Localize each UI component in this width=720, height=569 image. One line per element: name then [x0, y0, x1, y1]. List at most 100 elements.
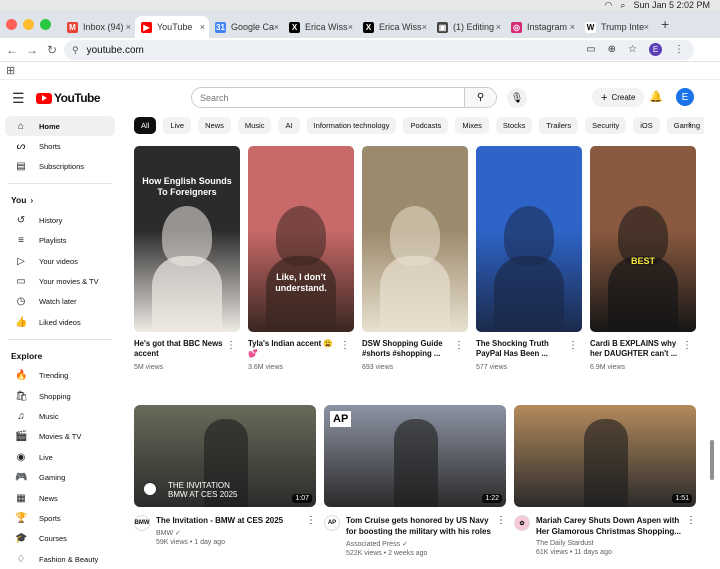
notifications-bell-icon[interactable]: 🔔 [649, 90, 663, 103]
video-card[interactable]: 1:51 ✿ Mariah Carey Shuts Down Aspen wit… [514, 405, 696, 556]
wifi-icon[interactable]: ◠ [605, 0, 613, 11]
sidebar-item-movies-tv[interactable]: 🎬 Movies & TV [5, 427, 115, 447]
more-options-icon[interactable]: ⋮ [496, 515, 506, 526]
browser-tab[interactable]: 31 Google Ca × [209, 16, 283, 38]
search-input[interactable] [192, 92, 462, 103]
sidebar-item-history[interactable]: ↺ History [5, 210, 115, 230]
more-options-icon[interactable]: ⋮ [226, 340, 236, 351]
hamburger-menu-icon[interactable]: ☰ [12, 90, 25, 107]
video-title[interactable]: Tom Cruise gets honored by US Navy for b… [346, 515, 496, 537]
chips-next-icon[interactable]: › [688, 119, 691, 130]
system-clock[interactable]: Sun Jan 5 2:02 PM [633, 0, 710, 10]
short-thumbnail[interactable]: Like, I don't understand. [248, 146, 354, 332]
short-card[interactable]: The Shocking Truth PayPal Has Been ... 5… [476, 146, 582, 371]
short-title[interactable]: DSW Shopping Guide #shorts #shopping ... [362, 339, 454, 359]
back-icon[interactable]: ← [2, 43, 22, 57]
filter-chip[interactable]: All [134, 117, 157, 134]
video-title[interactable]: The Invitation - BMW at CES 2025 [156, 515, 306, 526]
filter-chip[interactable]: News [198, 117, 231, 134]
site-info-icon[interactable]: ⚲ [72, 45, 79, 56]
cast-icon[interactable]: ▭ [586, 44, 595, 55]
close-tab-icon[interactable]: × [348, 22, 353, 32]
voice-search-button[interactable]: 🎙 [507, 88, 527, 108]
channel-name[interactable]: The Daily Stardust [536, 540, 686, 547]
filter-chip[interactable]: Music [237, 117, 272, 134]
short-thumbnail[interactable] [476, 146, 582, 332]
close-tab-icon[interactable]: × [644, 22, 649, 32]
sidebar-item-subscriptions[interactable]: ▤ Subscriptions [5, 157, 115, 177]
browser-tab[interactable]: X Erica Wiss × [357, 16, 431, 38]
url-text[interactable]: youtube.com [87, 45, 144, 56]
sidebar-item-fashion-beauty[interactable]: ♢ Fashion & Beauty [5, 549, 115, 569]
sidebar-item-gaming[interactable]: 🎮 Gaming [5, 467, 115, 487]
filter-chip[interactable]: Security [585, 117, 627, 134]
sidebar-item-news[interactable]: ▦ News [5, 488, 115, 508]
apps-grid-icon[interactable]: ⊞ [0, 62, 720, 80]
short-card[interactable]: How English Sounds To Foreigners He's go… [134, 146, 240, 371]
short-thumbnail[interactable]: How English Sounds To Foreigners [134, 146, 240, 332]
sidebar-item-home[interactable]: ⌂ Home [5, 116, 115, 137]
video-title[interactable]: Mariah Carey Shuts Down Aspen with Her G… [536, 515, 686, 537]
forward-icon[interactable]: → [22, 43, 42, 57]
channel-name[interactable]: Associated Press ✓ [346, 540, 496, 548]
close-tab-icon[interactable]: × [570, 22, 575, 32]
filter-chip[interactable]: AI [278, 117, 300, 134]
youtube-logo[interactable]: YouTube [36, 91, 101, 105]
account-avatar[interactable]: E [676, 88, 694, 106]
new-tab-button[interactable]: + [661, 16, 669, 32]
sidebar-item-shopping[interactable]: 🛍 Shopping [5, 386, 115, 406]
sidebar-item-sports[interactable]: 🏆 Sports [5, 508, 115, 528]
sidebar-item-music[interactable]: ♫ Music [5, 406, 115, 426]
more-options-icon[interactable]: ⋮ [306, 515, 316, 526]
filter-chip[interactable]: Gaming [666, 117, 704, 134]
short-title[interactable]: He's got that BBC News accent [134, 339, 226, 359]
close-tab-icon[interactable]: × [422, 22, 427, 32]
channel-avatar[interactable]: AP [324, 515, 340, 531]
short-card[interactable]: BEST Cardi B EXPLAINS why her DAUGHTER c… [590, 146, 696, 371]
address-bar[interactable]: ⚲ youtube.com ▭ ⊕ ☆ E ⋮ [64, 40, 694, 60]
menu-icon[interactable]: ⋮ [674, 44, 684, 55]
close-tab-icon[interactable]: × [126, 22, 131, 32]
short-title[interactable]: Tyla's Indian accent 😩💕 [248, 339, 340, 359]
browser-tab[interactable]: ▣ (1) Editing × [431, 16, 505, 38]
short-card[interactable]: DSW Shopping Guide #shorts #shopping ...… [362, 146, 468, 371]
close-tab-icon[interactable]: × [496, 22, 501, 32]
minimize-window-button[interactable] [23, 18, 34, 30]
filter-chip[interactable]: Podcasts [403, 117, 449, 134]
you-heading[interactable]: You › [0, 190, 120, 210]
close-window-button[interactable] [6, 18, 17, 30]
short-title[interactable]: The Shocking Truth PayPal Has Been ... [476, 339, 568, 359]
video-thumbnail[interactable]: AP 1:22 [324, 405, 506, 507]
channel-avatar[interactable]: ✿ [514, 515, 530, 531]
search-button[interactable]: ⚲ [464, 88, 496, 107]
sidebar-item-trending[interactable]: 🔥 Trending [5, 366, 115, 386]
browser-tab[interactable]: M Inbox (94) × [61, 16, 135, 38]
create-button[interactable]: + Create [592, 88, 645, 107]
channel-name[interactable]: BMW ✓ [156, 529, 306, 537]
close-tab-icon[interactable]: × [200, 22, 205, 32]
sidebar-item-watch-later[interactable]: ◷ Watch later [5, 292, 115, 312]
video-thumbnail[interactable]: 1:51 [514, 405, 696, 507]
zoom-icon[interactable]: ⊕ [608, 44, 616, 55]
reload-icon[interactable]: ↻ [42, 43, 62, 57]
short-thumbnail[interactable]: BEST [590, 146, 696, 332]
browser-tab[interactable]: X Erica Wiss × [283, 16, 357, 38]
filter-chip[interactable]: iOS [633, 117, 660, 134]
short-title[interactable]: Cardi B EXPLAINS why her DAUGHTER can't … [590, 339, 682, 359]
more-options-icon[interactable]: ⋮ [340, 340, 350, 351]
sidebar-item-courses[interactable]: 🎓 Courses [5, 529, 115, 549]
close-tab-icon[interactable]: × [274, 22, 279, 32]
browser-tab[interactable]: W Trump Inte × [579, 16, 653, 38]
video-card[interactable]: AP 1:22 AP Tom Cruise gets honored by US… [324, 405, 506, 557]
sidebar-item-playlists[interactable]: ≡ Playlists [5, 231, 115, 251]
maximize-window-button[interactable] [40, 18, 51, 30]
channel-avatar[interactable]: BMW [134, 515, 150, 531]
video-card[interactable]: THE INVITATION BMW AT CES 2025 1:07 BMW … [134, 405, 316, 546]
filter-chip[interactable]: Information technology [306, 117, 397, 134]
sidebar-item-liked-videos[interactable]: 👍 Liked videos [5, 312, 115, 332]
browser-tab[interactable]: ◎ Instagram × [505, 16, 579, 38]
sidebar-item-shorts[interactable]: ᔕ Shorts [5, 136, 115, 156]
bookmark-star-icon[interactable]: ☆ [628, 44, 637, 55]
sidebar-item-your-movies-tv[interactable]: ▭ Your movies & TV [5, 271, 115, 291]
more-options-icon[interactable]: ⋮ [686, 515, 696, 526]
